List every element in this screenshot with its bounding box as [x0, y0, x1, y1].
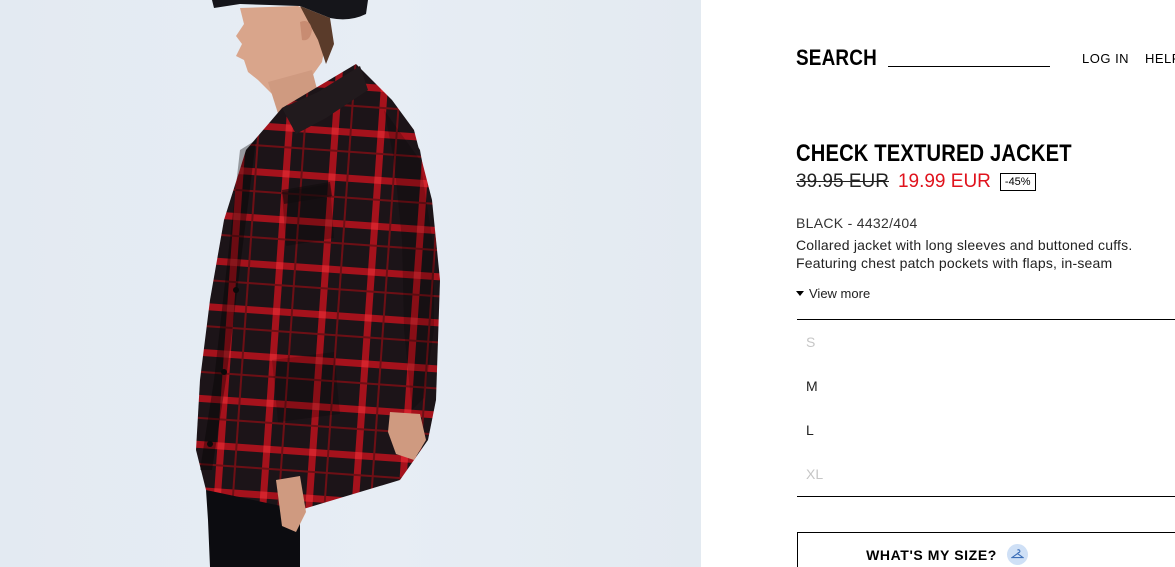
search-label[interactable]: SEARCH	[796, 46, 877, 70]
description-line: Collared jacket with long sleeves and bu…	[796, 237, 1133, 253]
hanger-icon	[1006, 544, 1028, 565]
size-option-m[interactable]: M	[797, 364, 1175, 408]
model-wearing-jacket-image	[196, 0, 440, 567]
product-photo[interactable]	[0, 0, 701, 567]
whats-my-size-label: WHAT'S MY SIZE?	[866, 546, 997, 563]
sale-price: 19.99 EUR	[897, 171, 991, 192]
size-label: L	[806, 422, 814, 438]
color-and-reference: BLACK - 4432/404	[796, 215, 918, 231]
view-more-toggle[interactable]: View more	[796, 286, 870, 301]
size-option-l[interactable]: L	[797, 408, 1175, 452]
original-price: 39.95 EUR	[796, 171, 889, 192]
view-more-label: View more	[809, 286, 871, 301]
size-label: XL	[806, 466, 824, 482]
size-option-xl: XL	[797, 452, 1175, 496]
login-link[interactable]: LOG IN	[1082, 51, 1129, 66]
size-label: M	[806, 378, 818, 394]
whats-my-size-button[interactable]: WHAT'S MY SIZE?	[797, 532, 1175, 567]
search-input-underline[interactable]	[888, 66, 1050, 67]
search-box[interactable]: SEARCH	[796, 46, 1050, 70]
size-option-s: S	[797, 320, 1175, 364]
product-title: CHECK TEXTURED JACKET	[796, 140, 1072, 167]
caret-down-icon	[796, 291, 804, 296]
description-line: Featuring chest patch pockets with flaps…	[796, 254, 1113, 271]
discount-badge: -45%	[999, 173, 1036, 191]
size-label: S	[806, 334, 816, 350]
size-selector: S M L XL	[797, 319, 1175, 497]
help-link[interactable]: HELF	[1145, 51, 1175, 66]
product-description: Collared jacket with long sleeves and bu…	[796, 237, 1175, 272]
price-row: 39.95 EUR 19.99 EUR -45%	[796, 171, 1036, 193]
